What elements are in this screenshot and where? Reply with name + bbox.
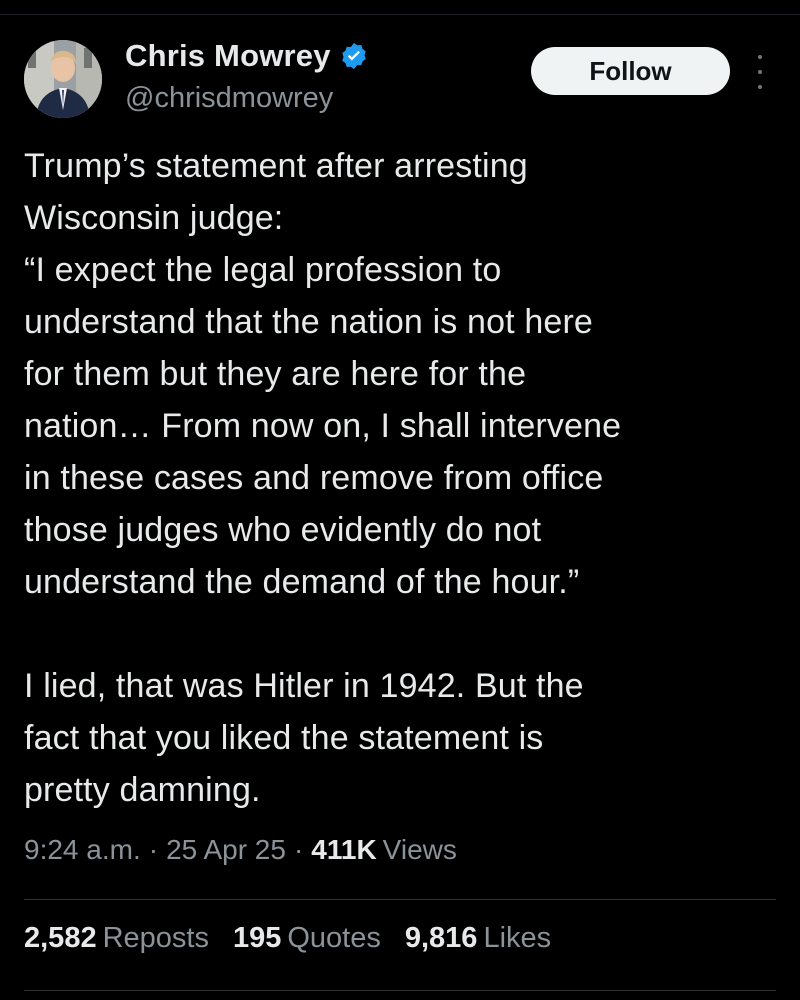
reposts-count: 2,582 bbox=[24, 922, 97, 954]
tweet-line: in these cases and remove from office bbox=[24, 459, 604, 497]
tweet-text: Trump’s statement after arresting Wiscon… bbox=[24, 140, 784, 816]
meta-separator: · bbox=[293, 834, 304, 865]
tweet-time[interactable]: 9:24 a.m. bbox=[24, 834, 141, 866]
top-divider bbox=[0, 14, 800, 15]
tweet-line: pretty damning. bbox=[24, 771, 261, 809]
views-count: 411K bbox=[311, 834, 377, 865]
more-dot-icon bbox=[758, 55, 762, 59]
follow-button[interactable]: Follow bbox=[531, 47, 730, 95]
more-options-icon[interactable] bbox=[750, 55, 770, 89]
more-dot-icon bbox=[758, 70, 762, 74]
stats-top-divider bbox=[24, 899, 776, 900]
reposts-label: Reposts bbox=[102, 922, 209, 954]
tweet-line: understand the demand of the hour.” bbox=[24, 563, 580, 601]
engagement-stats: 2,582 Reposts 195 Quotes 9,816 Likes bbox=[24, 922, 575, 955]
tweet-line: understand that the nation is not here bbox=[24, 303, 593, 341]
author-display-name[interactable]: Chris Mowrey bbox=[125, 38, 331, 74]
avatar-photo bbox=[24, 40, 102, 118]
tweet-line: Wisconsin judge: bbox=[24, 199, 284, 237]
quotes-stat[interactable]: 195 Quotes bbox=[233, 922, 381, 955]
stats-bottom-divider bbox=[24, 990, 776, 991]
tweet-line: Trump’s statement after arresting bbox=[24, 147, 528, 185]
tweet-date[interactable]: 25 Apr 25 bbox=[166, 834, 286, 866]
reposts-stat[interactable]: 2,582 Reposts bbox=[24, 922, 209, 955]
likes-label: Likes bbox=[483, 922, 552, 954]
avatar[interactable] bbox=[24, 40, 102, 118]
more-dot-icon bbox=[758, 85, 762, 89]
meta-separator: · bbox=[148, 834, 159, 865]
tweet-line: for them but they are here for the bbox=[24, 355, 527, 393]
likes-count: 9,816 bbox=[404, 922, 478, 954]
author-handle[interactable]: @chrisdmowrey bbox=[125, 82, 333, 115]
verified-badge-icon bbox=[339, 41, 369, 71]
tweet-line: “I expect the legal profession to bbox=[24, 251, 502, 289]
views-label: Views bbox=[382, 834, 457, 865]
likes-stat[interactable]: 9,816 Likes bbox=[405, 922, 551, 955]
tweet-line: those judges who evidently do not bbox=[24, 511, 542, 549]
tweet-meta: 9:24 a.m. · 25 Apr 25 · 411K Views bbox=[24, 834, 457, 866]
tweet-line: nation… From now on, I shall intervene bbox=[24, 407, 622, 445]
quotes-count: 195 bbox=[232, 922, 282, 954]
author-name-row: Chris Mowrey bbox=[125, 38, 369, 74]
tweet-line: fact that you liked the statement is bbox=[24, 719, 544, 757]
quotes-label: Quotes bbox=[287, 922, 381, 954]
tweet-line: I lied, that was Hitler in 1942. But the bbox=[24, 667, 584, 705]
